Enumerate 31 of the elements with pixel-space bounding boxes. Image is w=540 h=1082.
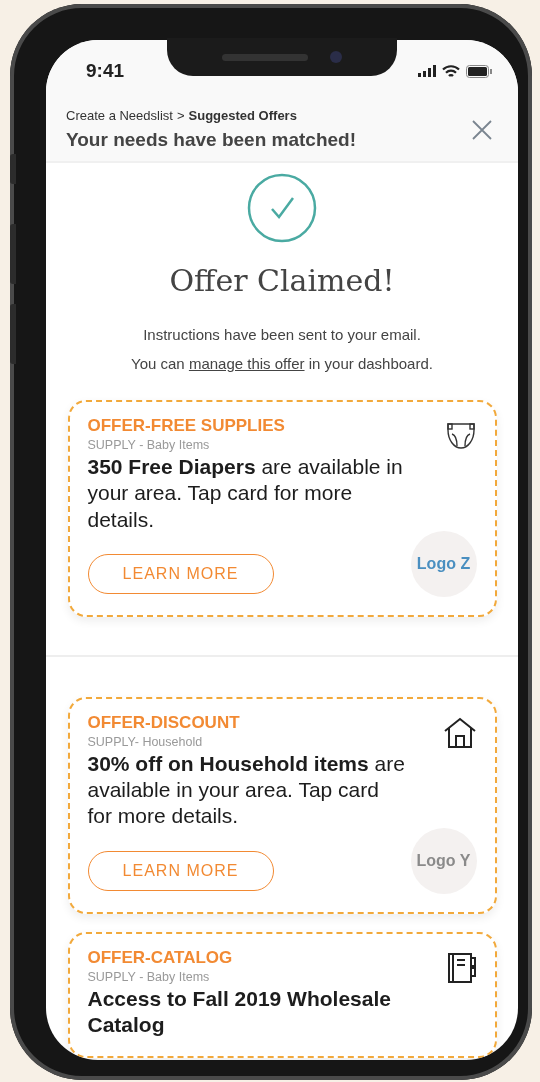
partner-logo: Logo Z bbox=[410, 530, 477, 597]
signal-icon bbox=[418, 65, 436, 77]
diaper-icon bbox=[444, 420, 477, 452]
manage-offer-link[interactable]: manage this offer bbox=[188, 355, 305, 372]
offer-card[interactable]: OFFER-DISCOUNT SUPPLY- Household 30% off on Household items are available in your area. Tap card for more details. LEARN MORE Logo Y bbox=[67, 696, 497, 914]
house-icon bbox=[442, 716, 477, 749]
offer-category: SUPPLY - Baby Items bbox=[87, 969, 210, 984]
battery-icon bbox=[466, 64, 492, 78]
breadcrumb-item[interactable]: Create a Needslist bbox=[66, 108, 173, 123]
offer-headline: Access to Fall 2019 Wholesale Catalog bbox=[87, 985, 392, 1038]
partner-logo: Logo Y bbox=[410, 827, 477, 894]
status-time: 9:41 bbox=[86, 60, 125, 82]
wifi-icon bbox=[442, 64, 460, 78]
close-button[interactable] bbox=[472, 119, 492, 140]
breadcrumb-separator: > bbox=[176, 108, 185, 123]
offer-label: OFFER-DISCOUNT bbox=[87, 712, 240, 733]
offer-description: 30% off on Household items are available in your area. Tap card for more details. bbox=[87, 750, 406, 830]
offer-description: 350 Free Diapers are available in your area. Tap card for more details. bbox=[87, 454, 404, 533]
check-circle-icon bbox=[247, 173, 317, 243]
offer-category: SUPPLY - Baby Items bbox=[87, 438, 210, 452]
breadcrumb-item: Suggested Offers bbox=[188, 108, 297, 123]
confirmation-text: You can manage this offer in your dashboard. bbox=[131, 355, 433, 372]
offer-card[interactable]: OFFER-FREE SUPPLIES SUPPLY - Baby Items 350 Free Diapers are available in your area. Tap card for more details. LEARN MORE Logo Z bbox=[67, 400, 497, 617]
notebook-icon bbox=[446, 951, 477, 984]
offer-category: SUPPLY- Household bbox=[87, 734, 203, 749]
confirmation-text: Instructions have been sent to your email. bbox=[143, 326, 421, 343]
offer-label: OFFER-FREE SUPPLIES bbox=[87, 416, 285, 436]
offer-card[interactable]: OFFER-CATALOG SUPPLY - Baby Items Access to Fall 2019 Wholesale Catalog bbox=[67, 931, 497, 1058]
page-title: Your needs have been matched! bbox=[66, 129, 356, 151]
confirmation-heading: Offer Claimed! bbox=[169, 263, 395, 298]
offer-label: OFFER-CATALOG bbox=[87, 947, 233, 968]
